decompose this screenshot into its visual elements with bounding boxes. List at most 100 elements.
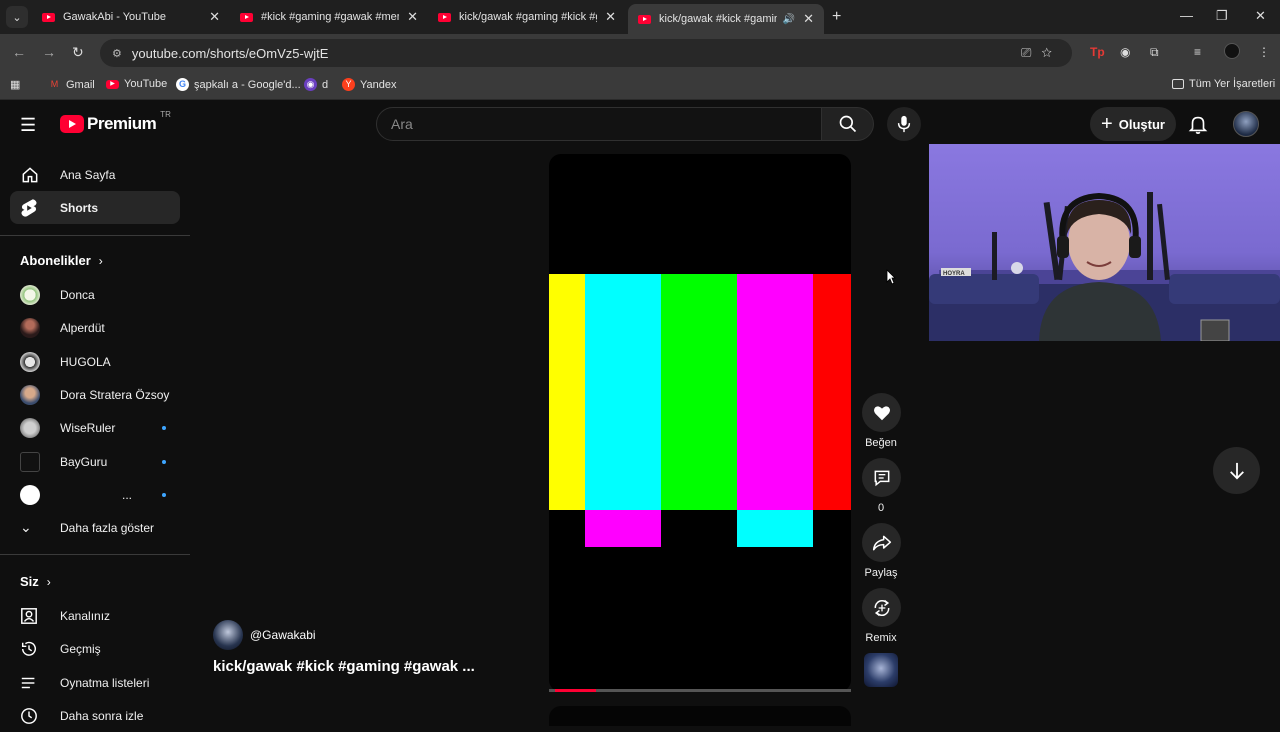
sidebar-channel[interactable]: Dora Stratera Özsoy: [10, 378, 180, 411]
address-bar[interactable]: ⚙ youtube.com/shorts/eOmVz5-wjtE ⎚☆: [100, 39, 1072, 67]
notifications-bell-icon[interactable]: [1187, 113, 1209, 140]
color-bar: [549, 274, 585, 510]
site-info-icon[interactable]: ⚙: [112, 47, 122, 60]
all-bookmarks[interactable]: Tüm Yer İşaretleri: [1172, 78, 1275, 90]
youtube-favicon-icon: [42, 12, 55, 22]
sound-thumbnail[interactable]: [864, 653, 898, 687]
bookmarks-bar: ▦ M Gmail ▶ YouTube Gşapkalı a - Google'd.…: [0, 72, 1280, 100]
bookmark-yandex[interactable]: Y Yandex: [342, 78, 397, 91]
restore-icon[interactable]: ❐: [1216, 8, 1228, 24]
search-button[interactable]: [822, 107, 874, 141]
menu-icon[interactable]: ☰: [20, 115, 36, 136]
youtube-favicon-icon: [240, 12, 253, 22]
you-header[interactable]: Siz ›: [20, 574, 51, 589]
chevron-down-icon: ⌄: [20, 519, 32, 535]
reload-icon[interactable]: ↻: [72, 44, 84, 61]
media-control-icon[interactable]: ≡: [1194, 45, 1201, 59]
minimize-icon[interactable]: —: [1180, 8, 1193, 23]
sidebar-item-watch-later[interactable]: Daha sonra izle: [10, 699, 180, 732]
share-button[interactable]: [862, 523, 901, 562]
browser-menu-icon[interactable]: ⋮: [1258, 45, 1270, 59]
youtube-favicon-icon: [438, 12, 451, 22]
voice-search-button[interactable]: [887, 107, 921, 141]
youtube-favicon-icon: [638, 14, 651, 24]
bookmark-gmail[interactable]: M Gmail: [48, 78, 95, 91]
create-label: Oluştur: [1118, 116, 1165, 132]
sidebar-divider: [0, 554, 190, 555]
subscriptions-header[interactable]: Abonelikler ›: [20, 253, 103, 268]
show-more-button[interactable]: ⌄ Daha fazla göster: [10, 511, 180, 544]
search-input[interactable]: Ara: [376, 107, 822, 141]
tab-close-icon[interactable]: ✕: [209, 9, 220, 25]
tab-close-icon[interactable]: ✕: [605, 9, 616, 25]
sidebar-channel[interactable]: BayGuru: [10, 445, 180, 478]
youtube-premium-logo[interactable]: Premium TR: [60, 110, 171, 134]
browser-toolbar: ← → ↻ ⚙ youtube.com/shorts/eOmVz5-wjtE ⎚…: [0, 34, 1280, 72]
sidebar-channel[interactable]: WiseRuler: [10, 411, 180, 444]
browser-tab[interactable]: #kick #gaming #gawak #meme ✕: [230, 4, 428, 30]
show-more-label: Daha fazla göster: [60, 520, 155, 535]
tab-search-button[interactable]: ⌄: [6, 6, 28, 28]
create-button[interactable]: + Oluştur: [1090, 107, 1176, 141]
bookmark-youtube[interactable]: ▶ YouTube: [106, 78, 167, 90]
short-title[interactable]: kick/gawak #kick #gaming #gawak ...: [213, 658, 475, 675]
sidebar-channel[interactable]: Donca: [10, 278, 180, 311]
install-app-icon[interactable]: ⎚: [1021, 45, 1041, 60]
heart-icon: [873, 405, 890, 420]
sidebar-item-history[interactable]: Geçmiş: [10, 632, 180, 665]
browser-tab[interactable]: GawakAbi - YouTube ✕: [32, 4, 230, 30]
sidebar-channel[interactable]: ...: [10, 478, 180, 511]
browser-tab[interactable]: kick/gawak #gaming #kick #ga ✕: [428, 4, 626, 30]
sidebar-divider: [0, 235, 190, 236]
sidebar-item-shorts[interactable]: Shorts: [10, 191, 180, 224]
sidebar-item-home[interactable]: Ana Sayfa: [10, 158, 180, 191]
channel-avatar: [20, 317, 40, 338]
bookmark-star-icon[interactable]: ☆: [1041, 45, 1062, 60]
account-avatar[interactable]: [1233, 111, 1259, 137]
channel-avatar[interactable]: [213, 620, 243, 650]
like-label: Beğen: [865, 437, 897, 449]
extension-tp-icon[interactable]: Tp: [1090, 45, 1105, 59]
tab-close-icon[interactable]: ✕: [407, 9, 418, 25]
next-short-button[interactable]: [1213, 447, 1260, 494]
share-label: Paylaş: [864, 567, 898, 579]
remix-label: Remix: [865, 632, 897, 644]
window-close-icon[interactable]: ✕: [1255, 8, 1266, 24]
next-short-preview[interactable]: [549, 706, 851, 726]
bookmark-google[interactable]: Gşapkalı a - Google'd...: [176, 78, 301, 91]
back-icon[interactable]: ←: [12, 44, 26, 60]
sidebar-channel[interactable]: HUGOLA: [10, 345, 180, 378]
short-channel[interactable]: @Gawakabi: [213, 620, 316, 650]
like-button[interactable]: [862, 393, 901, 432]
channel-handle[interactable]: @Gawakabi: [250, 628, 316, 642]
logo-text: Premium: [87, 114, 157, 133]
sidebar-item-label: Geçmiş: [60, 641, 101, 656]
bookmark-d[interactable]: ◉ d: [304, 78, 328, 91]
sidebar: Ana Sayfa Shorts Abonelikler › Donca Alp…: [0, 148, 190, 724]
video-progress-fill: [555, 689, 596, 692]
shorts-video-player[interactable]: [549, 154, 851, 692]
sidebar-item-playlists[interactable]: Oynatma listeleri: [10, 666, 180, 699]
channel-name: HUGOLA: [60, 354, 111, 369]
history-icon: [10, 640, 50, 658]
sidebar-item-label: Kanalınız: [60, 608, 111, 623]
sidebar-item-your-channel[interactable]: Kanalınız: [10, 599, 180, 632]
extension-face-icon[interactable]: ◉: [1120, 45, 1130, 59]
webcam-sign-text: HOYRA: [943, 271, 965, 277]
comments-button[interactable]: [862, 458, 901, 497]
subscriptions-label: Abonelikler: [20, 253, 91, 268]
google-icon: G: [176, 78, 189, 91]
extensions-puzzle-icon[interactable]: ⧉: [1150, 45, 1159, 60]
new-content-dot: [162, 425, 166, 430]
remix-button[interactable]: [862, 588, 901, 627]
forward-icon[interactable]: →: [42, 44, 56, 60]
tab-close-icon[interactable]: ✕: [803, 11, 814, 27]
sidebar-channel[interactable]: Alperdüt: [10, 311, 180, 344]
browser-tab-active[interactable]: kick/gawak #kick #gaming 🔊 ✕: [628, 4, 824, 34]
mouse-cursor-icon: [886, 269, 896, 285]
speaker-icon[interactable]: 🔊: [783, 14, 795, 25]
sidebar-item-label: Daha sonra izle: [60, 708, 144, 723]
new-tab-icon[interactable]: +: [832, 8, 841, 26]
apps-grid-icon[interactable]: ▦: [10, 78, 20, 91]
profile-icon[interactable]: [1224, 43, 1240, 59]
